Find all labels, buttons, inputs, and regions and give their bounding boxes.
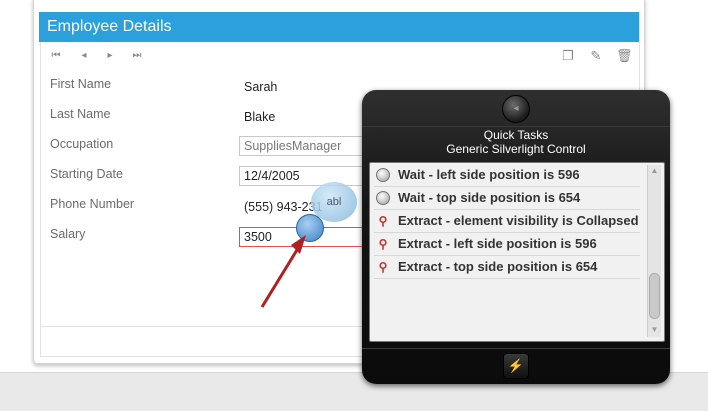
form-title: Employee Details [47, 18, 172, 35]
new-record-button[interactable]: ❐ [560, 48, 576, 64]
quick-tasks-panel: ◂ Quick Tasks Generic Silverlight Contro… [362, 90, 670, 384]
extract-icon: ⚲ [378, 237, 388, 251]
quick-tasks-subtitle: Generic Silverlight Control [446, 142, 586, 156]
first-record-button[interactable]: ⏮ [48, 48, 64, 64]
salary-label: Salary [50, 227, 86, 241]
list-item[interactable]: Wait - top side position is 654 [374, 187, 640, 210]
starting-date-field[interactable]: 12/4/2005 [239, 166, 363, 186]
run-task-button[interactable]: ⚡ [503, 353, 529, 379]
last-record-button[interactable]: ⏭ [129, 48, 145, 64]
next-icon: ▸ [107, 50, 113, 61]
next-record-button[interactable]: ▸ [102, 48, 118, 64]
list-item[interactable]: ⚲ Extract - left side position is 596 [374, 233, 640, 256]
list-item[interactable]: ⚲ Extract - element visibility is Collap… [374, 210, 640, 233]
element-highlight-marker [296, 214, 324, 242]
delete-icon: 🗑 [616, 48, 633, 63]
collapse-button[interactable]: ◂ [502, 95, 530, 123]
lightning-icon: ⚡ [507, 358, 525, 373]
first-icon: ⏮ [51, 50, 61, 61]
occupation-label: Occupation [50, 137, 114, 151]
panel-header-divider [362, 126, 670, 127]
list-item-label: Wait - top side position is 654 [398, 190, 581, 205]
wait-icon [376, 191, 390, 205]
last-name-value: Blake [244, 110, 276, 124]
form-header: Employee Details [39, 12, 639, 42]
last-icon: ⏭ [132, 50, 142, 61]
phone-number-label: Phone Number [50, 197, 135, 211]
extract-icon: ⚲ [378, 214, 388, 228]
extract-icon: ⚲ [378, 260, 388, 274]
last-name-label: Last Name [50, 107, 111, 121]
first-name-value: Sarah [244, 80, 278, 94]
list-item[interactable]: Wait - left side position is 596 [374, 164, 640, 187]
panel-footer-divider [362, 348, 670, 349]
list-scrollbar[interactable]: ▲ ▼ [647, 165, 661, 337]
occupation-field[interactable]: SuppliesManager [239, 136, 363, 156]
list-item-label: Extract - element visibility is Collapse… [398, 213, 639, 228]
wait-icon [376, 168, 390, 182]
starting-date-label: Starting Date [50, 167, 123, 181]
back-arrow-icon: ◂ [513, 103, 519, 114]
list-item-label: Extract - top side position is 654 [398, 259, 598, 274]
list-item-label: Wait - left side position is 596 [398, 167, 580, 182]
edit-record-button[interactable]: ✎ [588, 48, 604, 64]
quick-tasks-list: Wait - left side position is 596 Wait - … [369, 162, 665, 342]
first-name-label: First Name [50, 77, 112, 91]
quick-tasks-title: Quick Tasks [483, 128, 549, 142]
new-icon: ❐ [562, 48, 574, 63]
delete-record-button[interactable]: 🗑 [616, 48, 633, 64]
previous-icon: ◂ [81, 50, 87, 61]
scroll-down-icon[interactable]: ▼ [649, 325, 660, 335]
list-item[interactable]: ⚲ Extract - top side position is 654 [374, 256, 640, 279]
scrollbar-thumb[interactable] [649, 273, 660, 319]
list-item-label: Extract - left side position is 596 [398, 236, 597, 251]
scroll-up-icon[interactable]: ▲ [649, 166, 660, 176]
previous-record-button[interactable]: ◂ [76, 48, 92, 64]
edit-icon: ✎ [590, 48, 602, 63]
